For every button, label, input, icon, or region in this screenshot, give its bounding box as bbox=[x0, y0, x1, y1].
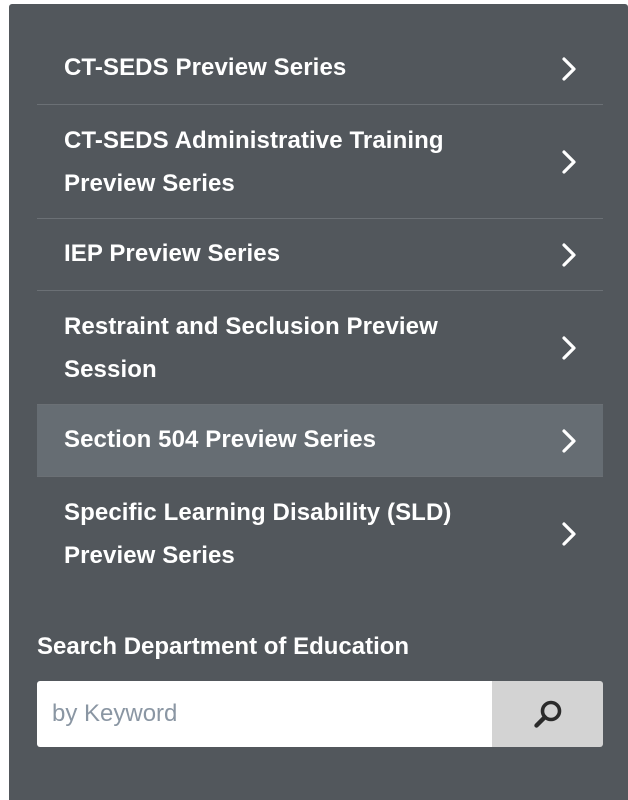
chevron-right-icon bbox=[562, 56, 576, 81]
search-input[interactable] bbox=[37, 681, 492, 747]
menu-item-label: CT-SEDS Preview Series bbox=[64, 54, 347, 81]
chevron-right-icon bbox=[562, 522, 576, 546]
preview-series-menu: CT-SEDS Preview Series CT-SEDS Administr… bbox=[37, 33, 603, 591]
menu-item-label: IEP Preview Series bbox=[64, 240, 281, 267]
menu-item-specific-learning-disability-preview-series[interactable]: Specific Learning Disability (SLD) Previ… bbox=[37, 477, 603, 591]
search-section-title: Search Department of Education bbox=[37, 633, 410, 660]
menu-item-label: Specific Learning Disability (SLD) Previ… bbox=[64, 499, 452, 569]
menu-item-iep-preview-series[interactable]: IEP Preview Series bbox=[37, 219, 603, 291]
chevron-right-icon bbox=[562, 335, 576, 360]
menu-item-label: Section 504 Preview Series bbox=[64, 426, 377, 453]
chevron-right-icon bbox=[562, 242, 576, 267]
chevron-right-icon bbox=[562, 149, 576, 174]
sidebar-panel: CT-SEDS Preview Series CT-SEDS Administr… bbox=[9, 4, 628, 800]
search-button[interactable] bbox=[492, 681, 603, 747]
menu-item-label: CT-SEDS Administrative Training Preview … bbox=[64, 127, 444, 197]
search-form bbox=[37, 681, 603, 747]
menu-item-ct-seds-preview-series[interactable]: CT-SEDS Preview Series bbox=[37, 33, 603, 105]
menu-item-restraint-and-seclusion-preview-session[interactable]: Restraint and Seclusion Preview Session bbox=[37, 291, 603, 405]
search-icon bbox=[533, 700, 561, 728]
menu-item-label: Restraint and Seclusion Preview Session bbox=[64, 313, 438, 383]
chevron-right-icon bbox=[562, 428, 576, 453]
menu-item-ct-seds-administrative-training-preview-series[interactable]: CT-SEDS Administrative Training Preview … bbox=[37, 105, 603, 219]
menu-item-section-504-preview-series[interactable]: Section 504 Preview Series bbox=[37, 405, 603, 477]
